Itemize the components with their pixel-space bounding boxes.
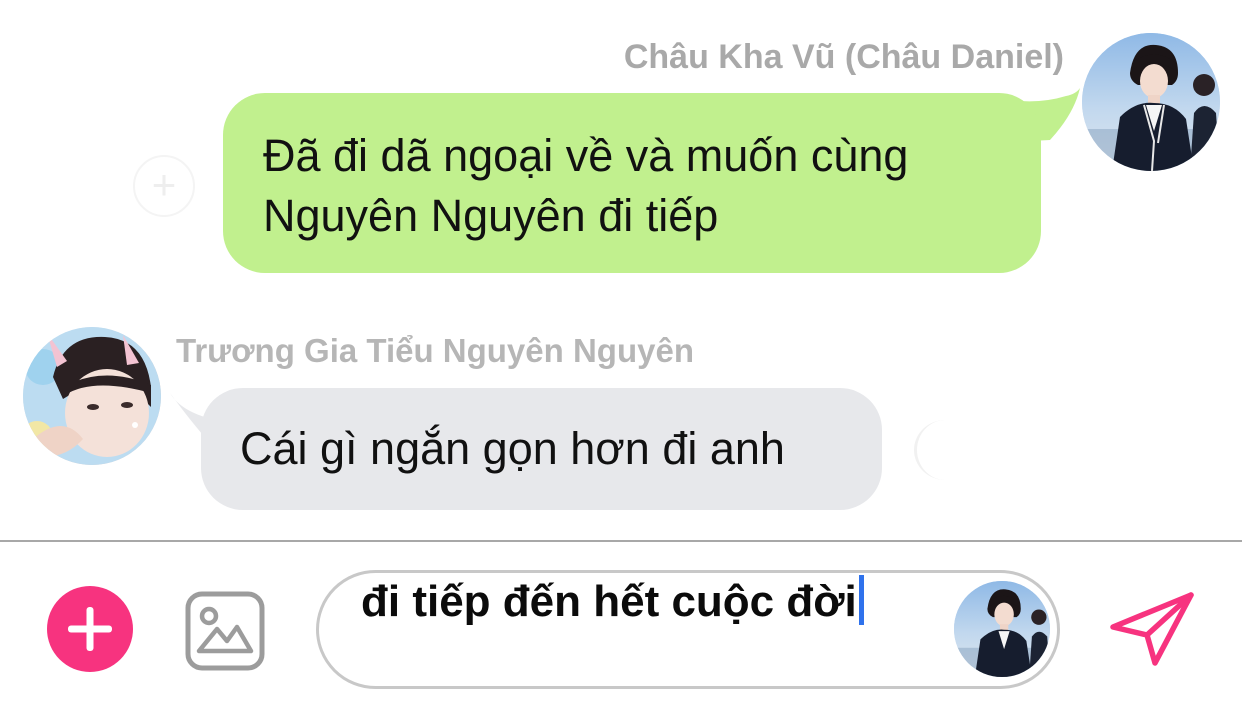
receiver-name: Trương Gia Tiểu Nguyên Nguyên [176, 332, 694, 369]
message-text: Cái gì ngắn gọn hơn đi anh [240, 423, 785, 474]
message-bubble-incoming[interactable]: Cái gì ngắn gọn hơn đi anh [201, 388, 882, 510]
person-figure [1082, 33, 1220, 171]
image-picker-button[interactable] [185, 591, 265, 671]
send-button[interactable] [1107, 591, 1197, 667]
composer-avatar[interactable] [954, 581, 1050, 677]
composer-divider [0, 540, 1242, 542]
message-bubble-outgoing[interactable]: Đã đi dã ngoại về và muốn cùng Nguyên Ng… [223, 93, 1041, 273]
send-icon [1110, 592, 1194, 666]
ghost-add-icon: + [133, 155, 195, 217]
chat-screen: Châu Kha Vũ (Châu Daniel) + Đã đi dã ngo… [0, 0, 1242, 720]
person-figure [954, 581, 1050, 677]
ghost-reaction-icon [914, 420, 977, 480]
message-text: Đã đi dã ngoại về và muốn cùng Nguyên Ng… [263, 130, 909, 241]
draft-text: đi tiếp đến hết cuộc đời [361, 577, 857, 626]
image-icon [185, 591, 265, 671]
sender-avatar[interactable] [1082, 33, 1220, 171]
person-figure [23, 327, 161, 465]
text-caret [858, 575, 864, 625]
message-input-text[interactable]: đi tiếp đến hết cuộc đời [361, 573, 931, 630]
receiver-avatar[interactable] [23, 327, 161, 465]
sender-name: Châu Kha Vũ (Châu Daniel) [623, 38, 1064, 76]
plus-icon [68, 607, 112, 651]
add-button[interactable] [47, 586, 133, 672]
